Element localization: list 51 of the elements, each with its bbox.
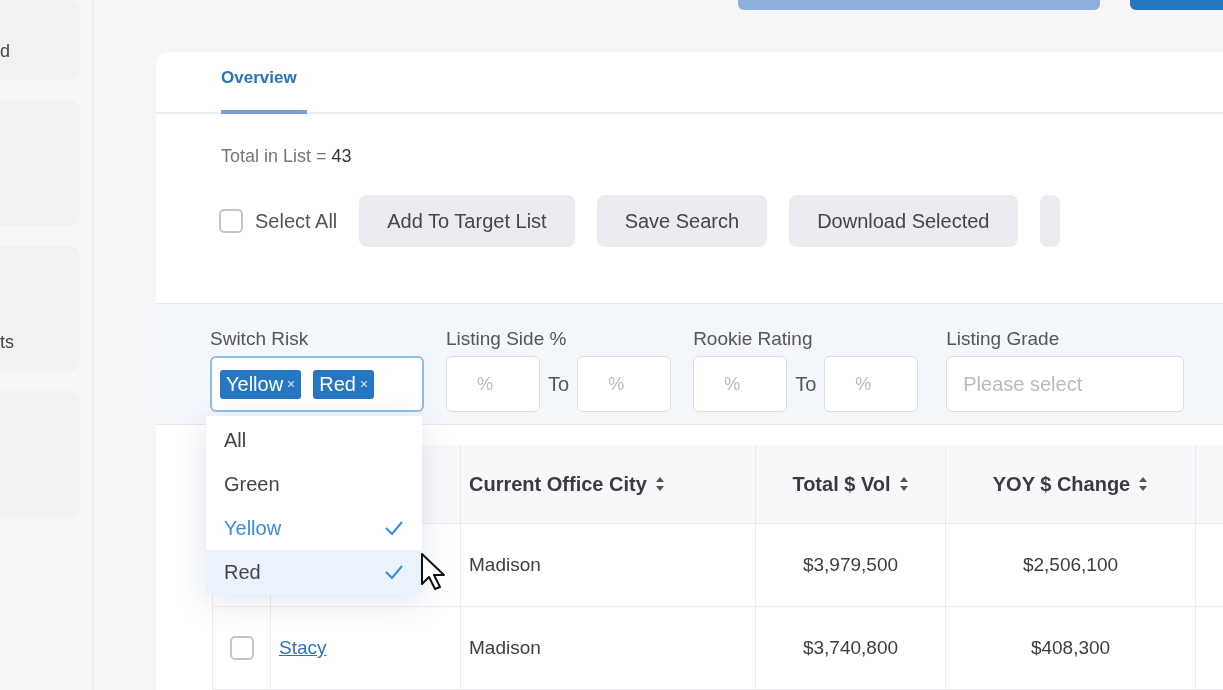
remove-icon[interactable]: × <box>287 376 296 393</box>
tag-label: Yellow <box>226 372 284 396</box>
column-header[interactable]: Current Office City <box>469 472 647 496</box>
top-bar-button[interactable] <box>1130 0 1223 10</box>
sidebar-item[interactable]: d <box>0 0 80 80</box>
selected-tag[interactable]: Red × <box>313 369 375 399</box>
top-bar-button[interactable] <box>738 0 1100 10</box>
input-field[interactable]: % <box>446 356 540 413</box>
sort-icon[interactable] <box>898 476 909 492</box>
input-field[interactable]: % <box>693 356 788 413</box>
remove-icon[interactable]: × <box>360 376 369 393</box>
input-field[interactable]: % <box>577 356 672 413</box>
select-all-label: Select All <box>255 209 338 233</box>
sort-icon[interactable] <box>654 476 665 492</box>
range-separator: To <box>795 372 817 396</box>
filter-label: Listing Side % <box>446 328 568 351</box>
table-cell: $2,506,100 <box>946 524 1196 607</box>
table-cell: $3,740,800 <box>756 607 946 690</box>
sort-icon[interactable] <box>1138 476 1149 492</box>
dropdown-option[interactable]: Green <box>206 462 422 506</box>
multi-select[interactable]: Yellow × Red × <box>210 356 424 413</box>
column-header[interactable]: YOY $ Change <box>992 472 1131 496</box>
action-button[interactable]: Add To Target List <box>359 195 575 248</box>
filter-label: Switch Risk <box>210 328 310 351</box>
checkbox[interactable] <box>229 636 254 660</box>
sidebar-item[interactable]: ts <box>0 246 80 371</box>
check-icon <box>384 520 404 536</box>
dropdown-option[interactable]: All <box>206 418 422 462</box>
sidebar-label: ts <box>0 332 14 353</box>
total-count: Total in List = 43 <box>221 146 352 167</box>
checkbox[interactable] <box>219 209 243 234</box>
select-field[interactable]: Please select <box>946 356 1185 413</box>
input-field[interactable]: % <box>824 356 919 413</box>
tag-label: Red <box>319 372 356 396</box>
table-cell: $408,300 <box>946 607 1196 690</box>
filter-label: Listing Grade <box>946 328 1061 351</box>
check-icon <box>384 564 404 580</box>
sidebar-label: d <box>0 41 10 62</box>
action-button[interactable]: Download Selected <box>789 195 1018 248</box>
dropdown-option[interactable]: Red <box>206 550 422 594</box>
dropdown-option[interactable]: Yellow <box>206 506 422 550</box>
table-cell: Madison <box>461 607 756 690</box>
action-button[interactable]: Save Search <box>596 195 768 248</box>
tab[interactable]: Overview <box>221 68 307 115</box>
name-link[interactable]: Stacy <box>279 637 327 659</box>
range-separator: To <box>548 372 570 396</box>
table-cell: $3,979,500 <box>756 524 946 607</box>
table-cell: Madison <box>461 524 756 607</box>
filter-label: Rookie Rating <box>693 328 814 351</box>
selected-tag[interactable]: Yellow × <box>220 369 302 399</box>
column-header[interactable]: Total $ Vol <box>792 472 891 496</box>
